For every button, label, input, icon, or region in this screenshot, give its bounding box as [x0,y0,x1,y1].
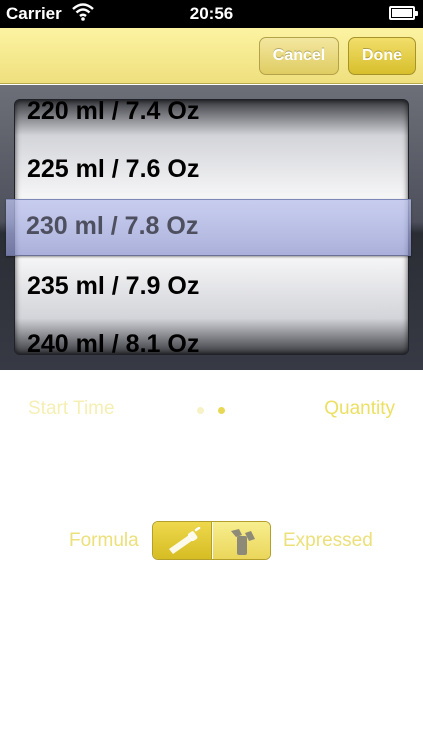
picker-row[interactable]: 240 ml / 8.1 Oz [27,330,199,354]
toolbar: Cancel Done [0,28,423,84]
page-dot-active[interactable] [218,407,225,414]
done-button[interactable]: Done [348,37,416,75]
battery-icon [389,6,418,20]
expressed-segment[interactable] [213,522,270,559]
cancel-button[interactable]: Cancel [259,37,339,75]
formula-label: Formula [69,530,139,551]
feed-type-selector: Formula Expressed [0,521,423,561]
quantity-picker: 220 ml / 7.4 Oz 225 ml / 7.6 Oz 235 ml /… [0,85,423,370]
bottle-icon [169,527,201,554]
start-time-label[interactable]: Start Time [28,398,115,420]
clock: 20:56 [189,4,234,23]
page-dot[interactable] [197,407,204,414]
picker-selected-row[interactable]: 230 ml / 7.8 Oz [26,212,198,241]
status-bar: Carrier 20:56 [0,0,423,28]
breast-pump-icon [231,529,255,555]
picker-row[interactable]: 235 ml / 7.9 Oz [27,272,199,301]
page-indicator: Start Time Quantity [0,398,423,424]
formula-segment[interactable] [153,522,212,559]
picker-selection-bar[interactable]: 230 ml / 7.8 Oz [6,199,411,256]
picker-row[interactable]: 220 ml / 7.4 Oz [27,100,199,126]
quantity-label[interactable]: Quantity [324,398,395,420]
picker-row[interactable]: 225 ml / 7.6 Oz [27,155,199,184]
expressed-label: Expressed [283,530,373,551]
feed-type-segmented-control[interactable] [152,521,271,560]
